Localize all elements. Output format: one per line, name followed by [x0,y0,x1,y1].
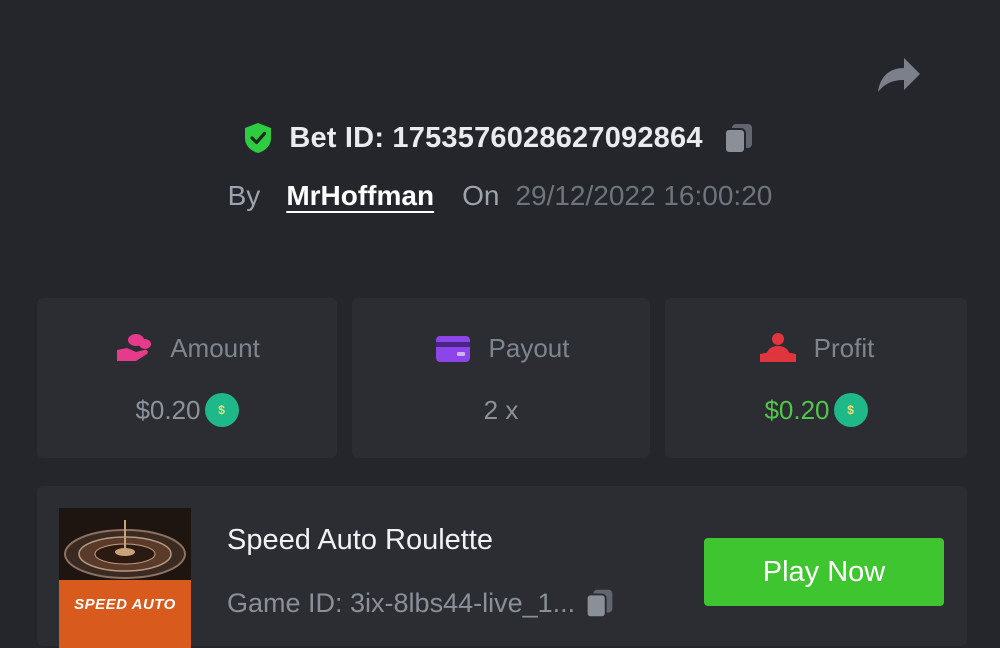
game-thumbnail[interactable]: SPEED AUTO [59,508,191,648]
username-link[interactable]: MrHoffman [286,180,434,212]
stat-header-amount: Amount [37,330,337,366]
stat-card-payout: Payout 2 x [352,298,650,458]
bet-datetime: 29/12/2022 16:00:20 [515,180,773,211]
game-card: SPEED AUTO Speed Auto Roulette Game ID: … [37,486,967,648]
stat-card-profit: Profit $0.20 $ [665,298,967,458]
profit-value: $0.20 [764,394,830,425]
stat-header-payout: Payout [352,330,650,366]
amount-value: $0.20 [135,394,201,425]
bet-meta-row: By MrHoffman On 29/12/2022 16:00:20 [0,176,1000,216]
share-button[interactable] [872,52,924,98]
stat-value-amount: $0.20 $ [37,392,337,428]
game-id-text: Game ID: 3ix-8lbs44-live_1... [227,587,576,618]
stat-label-amount: Amount [170,332,260,363]
coin-icon: $ [833,393,868,427]
roulette-wheel-image [59,508,191,648]
by-label: By [227,180,261,211]
verified-shield-icon [245,123,272,153]
play-now-button[interactable]: Play Now [704,538,944,606]
stat-header-profit: Profit [665,330,967,366]
stat-value-profit: $0.20 $ [665,392,967,428]
bet-details-panel: Bet ID: 1753576028627092864 By MrHoffman… [0,0,1000,648]
game-title: Speed Auto Roulette [227,524,494,556]
stat-card-amount: Amount $0.20 $ [37,298,337,458]
bet-id-row: Bet ID: 1753576028627092864 [0,116,1000,160]
bet-id-text: Bet ID: 1753576028627092864 [289,121,703,154]
stat-value-payout: 2 x [352,392,650,428]
wallet-card-icon [435,336,470,362]
copy-bet-id-icon[interactable] [719,118,759,158]
profit-person-icon [759,333,796,362]
thumbnail-caption: SPEED AUTO [74,596,176,613]
share-arrow-icon [878,58,920,92]
bet-stats: Amount $0.20 $ Payout 2 x Profit $0.20 $ [37,298,967,458]
coins-hand-icon [117,334,152,361]
payout-value: 2 x [483,394,519,425]
coin-icon: $ [204,393,239,427]
game-id-row: Game ID: 3ix-8lbs44-live_1... [227,584,619,622]
stat-label-profit: Profit [813,332,875,363]
on-label: On [462,180,500,211]
copy-game-id-icon[interactable] [581,584,619,622]
stat-label-payout: Payout [488,332,570,363]
